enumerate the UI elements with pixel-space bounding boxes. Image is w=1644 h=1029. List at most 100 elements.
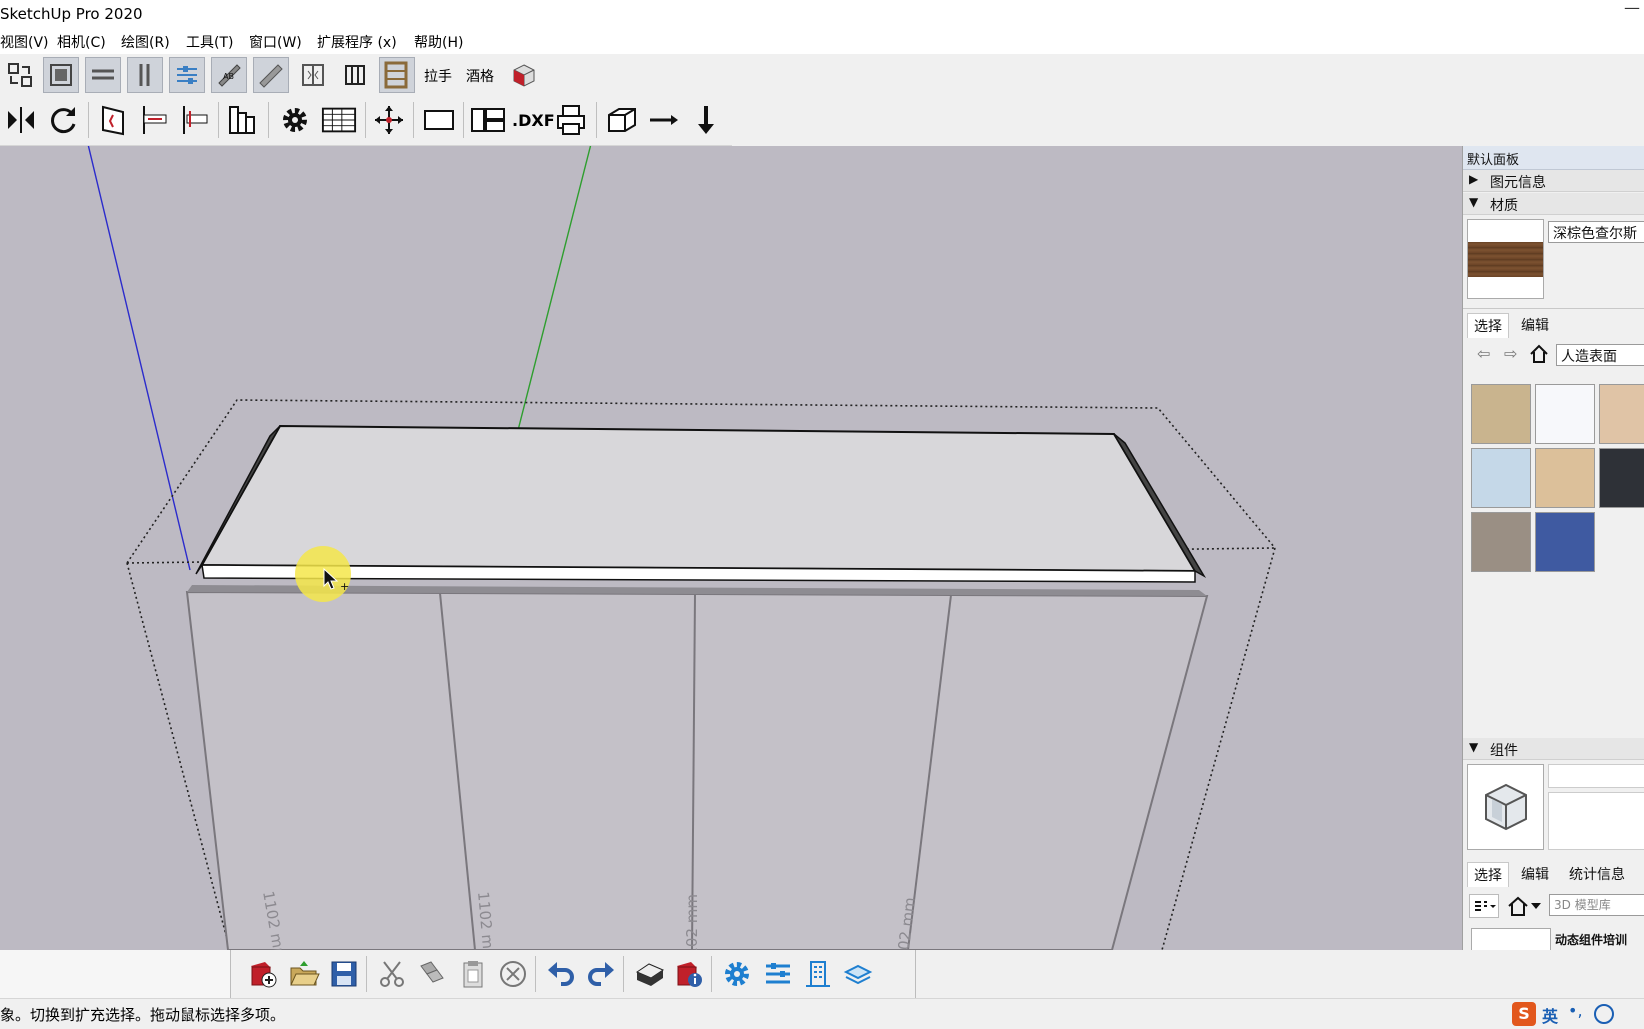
settings-gear-icon[interactable] [719,956,755,992]
swap-icon[interactable] [2,57,38,93]
box-icon[interactable] [604,102,640,138]
rotate-icon[interactable] [45,102,81,138]
double-door-icon[interactable] [295,57,331,93]
menu-window[interactable]: 窗口(W) [249,32,302,52]
layer-stack-icon[interactable] [840,956,876,992]
material-swatch[interactable] [1535,384,1595,444]
sogou-logo-icon: S [1512,1002,1536,1026]
copy-icon[interactable] [415,956,451,992]
back-arrow-icon[interactable]: ⇦ [1477,344,1490,363]
component-preview[interactable] [1467,764,1544,850]
tab-material-select[interactable]: 选择 [1467,313,1509,338]
panel-tilt-icon[interactable] [253,57,289,93]
rectangle-icon[interactable] [421,102,457,138]
toolbar-row-1: AB 拉手 酒格 [0,54,560,96]
material-library-select[interactable]: 人造表面 [1556,344,1644,366]
save-icon[interactable] [326,956,362,992]
wine-rack-button[interactable]: 酒格 [466,66,494,86]
new-file-icon[interactable] [245,956,281,992]
home-dropdown-icon[interactable] [1507,894,1543,918]
undo-icon[interactable] [543,956,579,992]
tray-title-bar: 默认面板 [1463,146,1644,170]
materials-label: 材质 [1490,198,1518,214]
menu-draw[interactable]: 绘图(R) [121,32,170,52]
building-icon[interactable] [800,956,836,992]
menu-extensions[interactable]: 扩展程序 (x) [317,32,397,52]
align-left-icon[interactable] [137,102,173,138]
tab-component-select[interactable]: 选择 [1467,862,1509,887]
handle-button[interactable]: 拉手 [424,66,452,86]
component-search-input[interactable]: 3D 模型库 [1549,894,1644,916]
component-item-label[interactable]: 动态组件培训 [1555,931,1627,948]
minimize-button[interactable]: — [1624,0,1640,17]
entity-info-header[interactable]: ▶ 图元信息 [1463,170,1644,192]
paste-icon[interactable] [455,956,491,992]
menu-help[interactable]: 帮助(H) [414,32,463,52]
home-icon[interactable] [1529,344,1549,364]
toolbar-separator [535,956,536,992]
menu-view[interactable]: 视图(V) [0,32,49,52]
ime-language: 英 [1542,1007,1559,1026]
toolbar-separator [463,102,464,138]
entity-info-label: 图元信息 [1490,175,1546,191]
material-swatch[interactable] [1535,448,1595,508]
component-description-field[interactable] [1548,792,1644,850]
materials-header[interactable]: ▼ 材质 [1463,193,1644,215]
forward-arrow-icon[interactable]: ⇨ [1504,344,1517,363]
arrow-down-icon[interactable] [688,102,724,138]
horizontal-divider-icon[interactable] [85,57,121,93]
component-name-field[interactable] [1548,764,1644,788]
bottom-left-area [0,950,230,998]
material-name-field[interactable]: 深棕色查尔斯 [1548,221,1644,243]
move-icon[interactable] [371,102,407,138]
layers-adjust-icon[interactable] [760,956,796,992]
dxf-export-button[interactable]: .DXF [512,111,555,130]
menu-tools[interactable]: 工具(T) [186,32,233,52]
material-swatch[interactable] [1471,512,1531,572]
components-header[interactable]: ▼ 组件 [1463,738,1644,760]
ruby-cube-icon[interactable] [506,57,542,93]
cursor-plus-icon: + [340,580,349,593]
material-swatch[interactable] [1471,448,1531,508]
printer-icon[interactable] [553,102,589,138]
print-icon[interactable] [631,956,667,992]
emoji-icon [1594,1004,1614,1024]
door-open-icon[interactable] [95,102,131,138]
tab-material-edit[interactable]: 编辑 [1515,313,1555,337]
material-swatch[interactable] [1599,448,1644,508]
frame-icon[interactable] [43,57,79,93]
mirror-icon[interactable] [3,102,39,138]
vertical-divider-icon[interactable] [127,57,163,93]
material-preview[interactable] [1467,219,1544,299]
delete-icon[interactable] [495,956,531,992]
material-swatch[interactable] [1599,384,1644,444]
material-swatch[interactable] [1471,384,1531,444]
model-info-icon[interactable] [671,956,707,992]
collapse-arrow-icon: ▼ [1469,195,1479,209]
cabinet-icon[interactable] [225,102,261,138]
adjust-icon[interactable] [169,57,205,93]
table-icon[interactable] [321,102,357,138]
view-options-icon[interactable] [1469,894,1499,918]
menu-camera[interactable]: 相机(C) [57,32,106,52]
toolbar-separator [413,102,414,138]
scissors-icon[interactable] [374,956,410,992]
open-folder-icon[interactable] [286,956,322,992]
layout-icon[interactable] [470,102,506,138]
gear-icon[interactable] [277,102,313,138]
columns-icon[interactable] [337,57,373,93]
title-bar: SketchUp Pro 2020 — [0,0,1644,30]
tab-component-edit[interactable]: 编辑 [1515,862,1555,886]
green-axis [513,146,592,447]
material-swatch[interactable] [1535,512,1595,572]
component-thumbnail[interactable] [1471,928,1551,950]
toolbar-row-2: .DXF [0,96,732,146]
redo-icon[interactable] [583,956,619,992]
shelf-frame-icon[interactable] [379,57,415,93]
ime-indicator[interactable]: S 英 •, [1512,999,1644,1029]
arrow-right-icon[interactable] [646,102,682,138]
tab-component-statistics[interactable]: 统计信息 [1563,862,1631,886]
model-viewport[interactable]: + 1102 mm 1102 mm 102 mm 102 mm [0,146,1462,950]
board-edge-icon[interactable]: AB [211,57,247,93]
align-center-icon[interactable] [177,102,213,138]
